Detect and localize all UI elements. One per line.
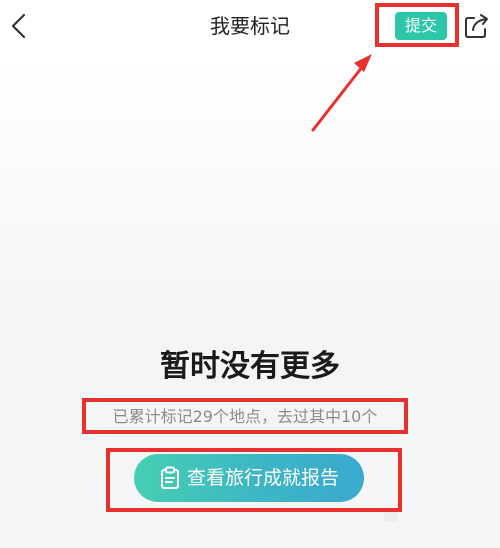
share-icon: [465, 14, 488, 38]
back-button[interactable]: [4, 8, 34, 44]
chevron-left-icon: [11, 13, 26, 39]
submit-highlight-box: [375, 3, 459, 47]
empty-state-title: 暂时没有更多: [160, 349, 340, 384]
corner-mark: [384, 512, 398, 522]
page-title: 我要标记: [210, 14, 290, 38]
report-highlight-box: [106, 448, 402, 512]
stats-highlight-box: [82, 398, 408, 434]
share-button[interactable]: [462, 10, 492, 42]
